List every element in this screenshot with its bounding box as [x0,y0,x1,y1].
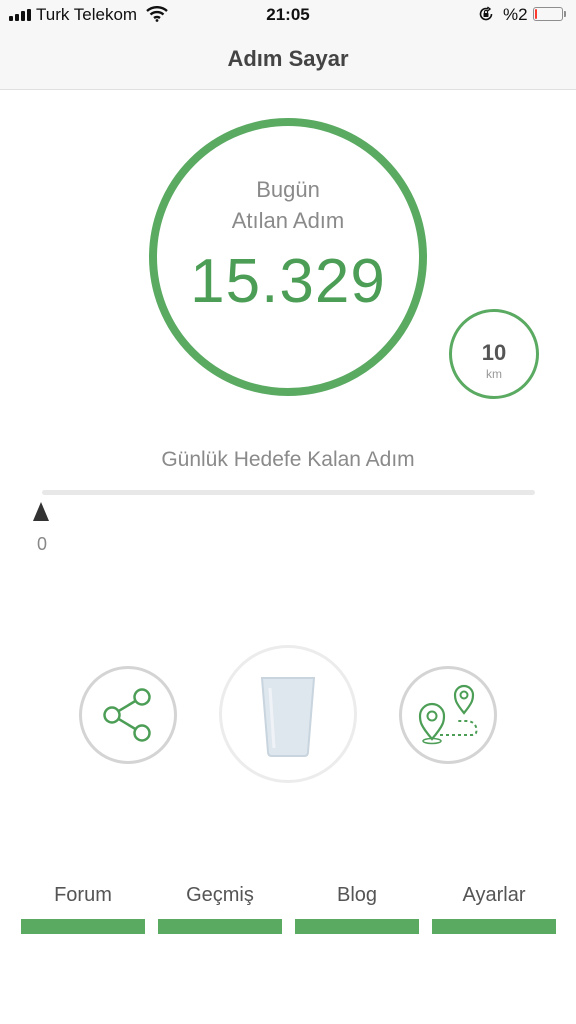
share-button[interactable] [79,666,177,764]
page-title: Adım Sayar [227,46,349,71]
tab-forum-label: Forum [54,884,112,906]
distance-unit: km [486,367,502,381]
tab-blog-indicator [295,919,419,934]
glass-icon [260,677,316,757]
tab-settings[interactable]: Ayarlar [432,884,556,934]
water-glass-button[interactable] [219,645,357,783]
route-map-button[interactable] [399,666,497,764]
goal-progress-track [42,490,535,495]
tab-settings-indicator [432,919,556,934]
steps-today-label: Bugün [256,177,320,202]
nav-bar: Adım Sayar [0,30,576,90]
tab-history-indicator [158,919,282,934]
battery-level [535,9,537,19]
distance-value: 10 [481,340,507,365]
goal-progress-marker [33,502,49,521]
share-icon [103,688,151,742]
tab-blog-label: Blog [336,884,378,906]
tab-forum[interactable]: Forum [21,884,145,934]
tab-settings-label: Ayarlar [462,884,526,906]
goal-remaining-value: 0 [37,534,48,554]
tab-blog[interactable]: Blog [295,884,419,934]
steps-taken-label: Atılan Adım [231,208,345,233]
orientation-lock-icon [479,6,493,21]
tab-forum-indicator [21,919,145,934]
status-bar: Turk Telekom 21:05 %2 [0,0,576,30]
battery-cap [564,11,566,17]
tab-history[interactable]: Geçmiş [158,884,282,934]
battery-icon [533,7,563,21]
battery-percentage: %2 [503,5,528,24]
goal-remaining-label: Günlük Hedefe Kalan Adım [161,448,415,471]
step-count: 15.329 [190,247,386,316]
tab-history-label: Geçmiş [186,884,254,906]
map-route-icon [418,684,478,745]
